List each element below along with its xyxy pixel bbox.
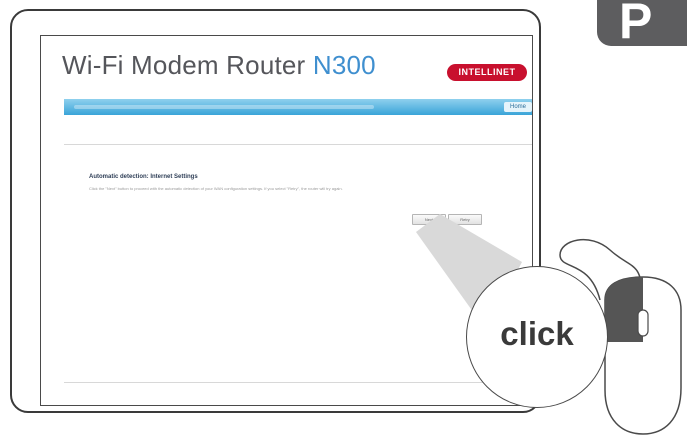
zoom-callout: click: [466, 266, 608, 408]
mouse-icon: [604, 276, 682, 435]
page-tab: P: [597, 0, 687, 49]
click-label: click: [500, 315, 574, 352]
page-tab-letter: P: [619, 0, 653, 49]
